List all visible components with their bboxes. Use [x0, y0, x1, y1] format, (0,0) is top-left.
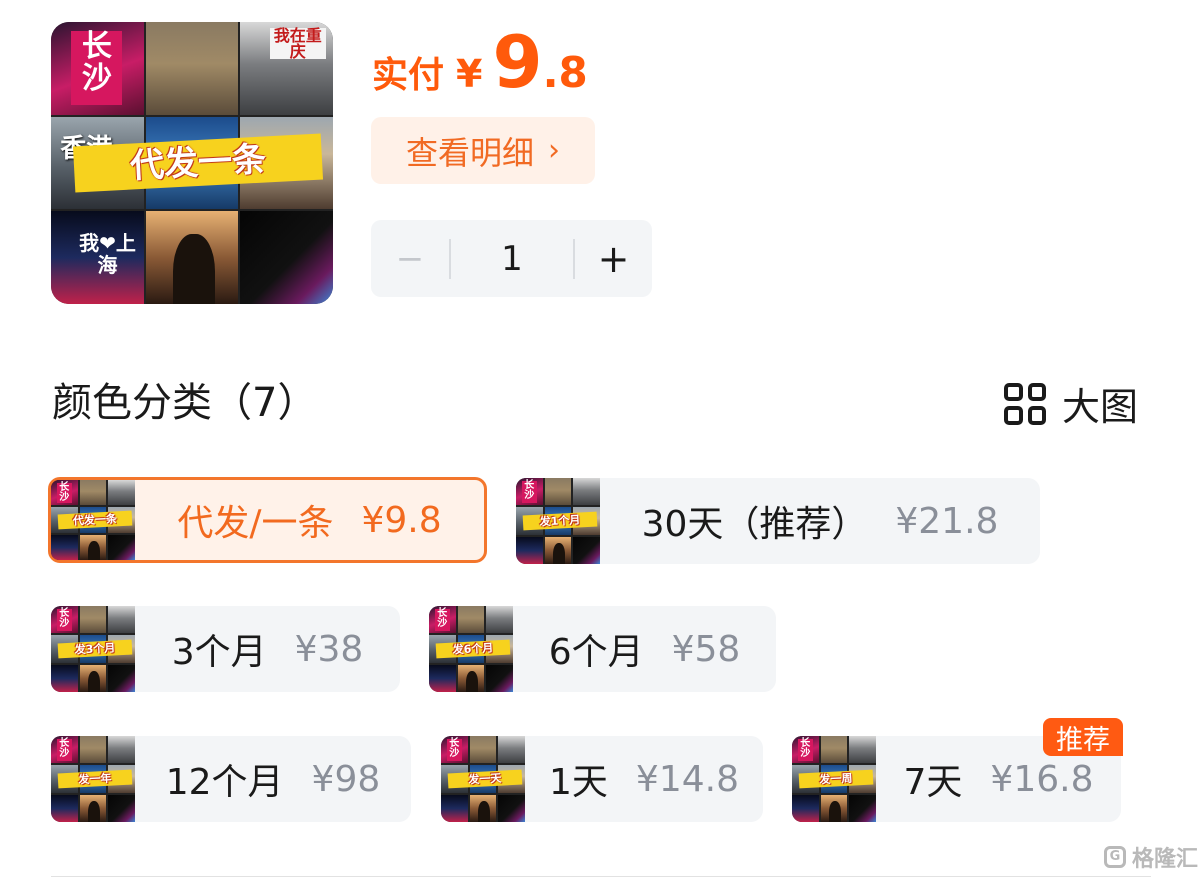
- option-thumbnail: 长沙 发一年: [51, 736, 135, 822]
- option-thumbnail: 长沙 代发一条: [51, 480, 135, 560]
- option-thumbnail: 长沙 发6个月: [429, 606, 513, 692]
- option-price: ¥58: [671, 628, 741, 670]
- option-price: ¥98: [311, 758, 381, 800]
- big-view-button[interactable]: 大图: [1004, 376, 1138, 431]
- chevron-right-icon: ›: [548, 133, 560, 168]
- product-image[interactable]: 长沙 我在重庆 香港 我❤上海 代发一条: [51, 22, 333, 304]
- option-chip[interactable]: 长沙 代发一条 代发/一条 ¥9.8: [48, 477, 487, 563]
- option-thumbnail: 长沙 发3个月: [51, 606, 135, 692]
- option-chip[interactable]: 长沙 发6个月 6个月 ¥58: [429, 606, 776, 692]
- option-thumbnail: 长沙 发一天: [441, 736, 525, 822]
- decrement-button[interactable]: −: [371, 239, 449, 279]
- price-decimal: .8: [542, 48, 588, 97]
- thumb-city-label: 长沙: [521, 480, 537, 503]
- option-price: ¥21.8: [895, 500, 999, 542]
- price-row: 实付 ¥ 9 .8: [372, 20, 588, 104]
- collage-tile: 长沙: [51, 22, 144, 115]
- option-chip[interactable]: 长沙 发1个月 30天（推荐） ¥21.8: [516, 478, 1040, 564]
- shanghai-label: 我❤上海: [79, 230, 136, 277]
- price-integer: 9: [492, 20, 543, 104]
- big-view-label: 大图: [1062, 385, 1139, 429]
- watermark: G 格隆汇: [1104, 841, 1198, 873]
- option-name: 1天: [549, 762, 608, 803]
- option-thumbnail: 长沙 发一周: [792, 736, 876, 822]
- option-thumbnail: 长沙 发1个月: [516, 478, 600, 564]
- price-label: 实付: [372, 55, 445, 96]
- thumb-city-label: 长沙: [797, 738, 813, 761]
- option-price: ¥14.8: [635, 758, 739, 800]
- divider: [51, 876, 1151, 877]
- recommend-badge: 推荐: [1043, 718, 1123, 756]
- option-name: 12个月: [165, 762, 284, 803]
- collage-tile: [240, 211, 333, 304]
- option-name: 7天: [903, 762, 963, 803]
- view-details-label: 查看明细: [405, 133, 534, 172]
- watermark-text: 格隆汇: [1132, 847, 1199, 872]
- thumb-city-label: 长沙: [56, 608, 72, 631]
- option-price: ¥38: [294, 628, 364, 670]
- increment-button[interactable]: +: [575, 237, 652, 281]
- changsha-sign: 长沙: [71, 31, 123, 106]
- thumb-city-label: 长沙: [446, 738, 462, 761]
- option-chip[interactable]: 长沙 发一年 12个月 ¥98: [51, 736, 411, 822]
- option-chip[interactable]: 长沙 发一周 7天 ¥16.8 推荐: [792, 718, 1123, 822]
- watermark-logo-icon: G: [1104, 846, 1126, 868]
- collage-tile: 我❤上海: [51, 211, 144, 304]
- chongqing-sign: 我在重庆: [269, 27, 326, 60]
- grid-icon: [1004, 382, 1046, 425]
- option-name: 30天（推荐）: [641, 504, 868, 545]
- option-name: 代发/一条: [177, 503, 334, 544]
- collage-tile: 我在重庆: [240, 22, 333, 115]
- option-chip[interactable]: 长沙 发3个月 3个月 ¥38: [51, 606, 400, 692]
- option-name: 6个月: [548, 632, 644, 673]
- option-price: ¥9.8: [361, 499, 442, 541]
- thumb-city-label: 长沙: [56, 482, 72, 503]
- thumb-city-label: 长沙: [56, 738, 72, 761]
- thumb-city-label: 长沙: [434, 608, 450, 631]
- currency-symbol: ¥: [456, 52, 483, 96]
- collage-tile: [145, 22, 239, 115]
- quantity-value[interactable]: 1: [451, 239, 573, 279]
- collage-tile: [145, 211, 239, 304]
- quantity-stepper: − 1 +: [371, 220, 652, 297]
- option-name: 3个月: [171, 632, 267, 673]
- option-price: ¥16.8: [990, 758, 1094, 800]
- view-details-button[interactable]: 查看明细 ›: [371, 117, 595, 184]
- section-title: 颜色分类（7）: [52, 380, 318, 426]
- person-silhouette: [173, 234, 216, 304]
- option-chip[interactable]: 长沙 发一天 1天 ¥14.8: [441, 736, 763, 822]
